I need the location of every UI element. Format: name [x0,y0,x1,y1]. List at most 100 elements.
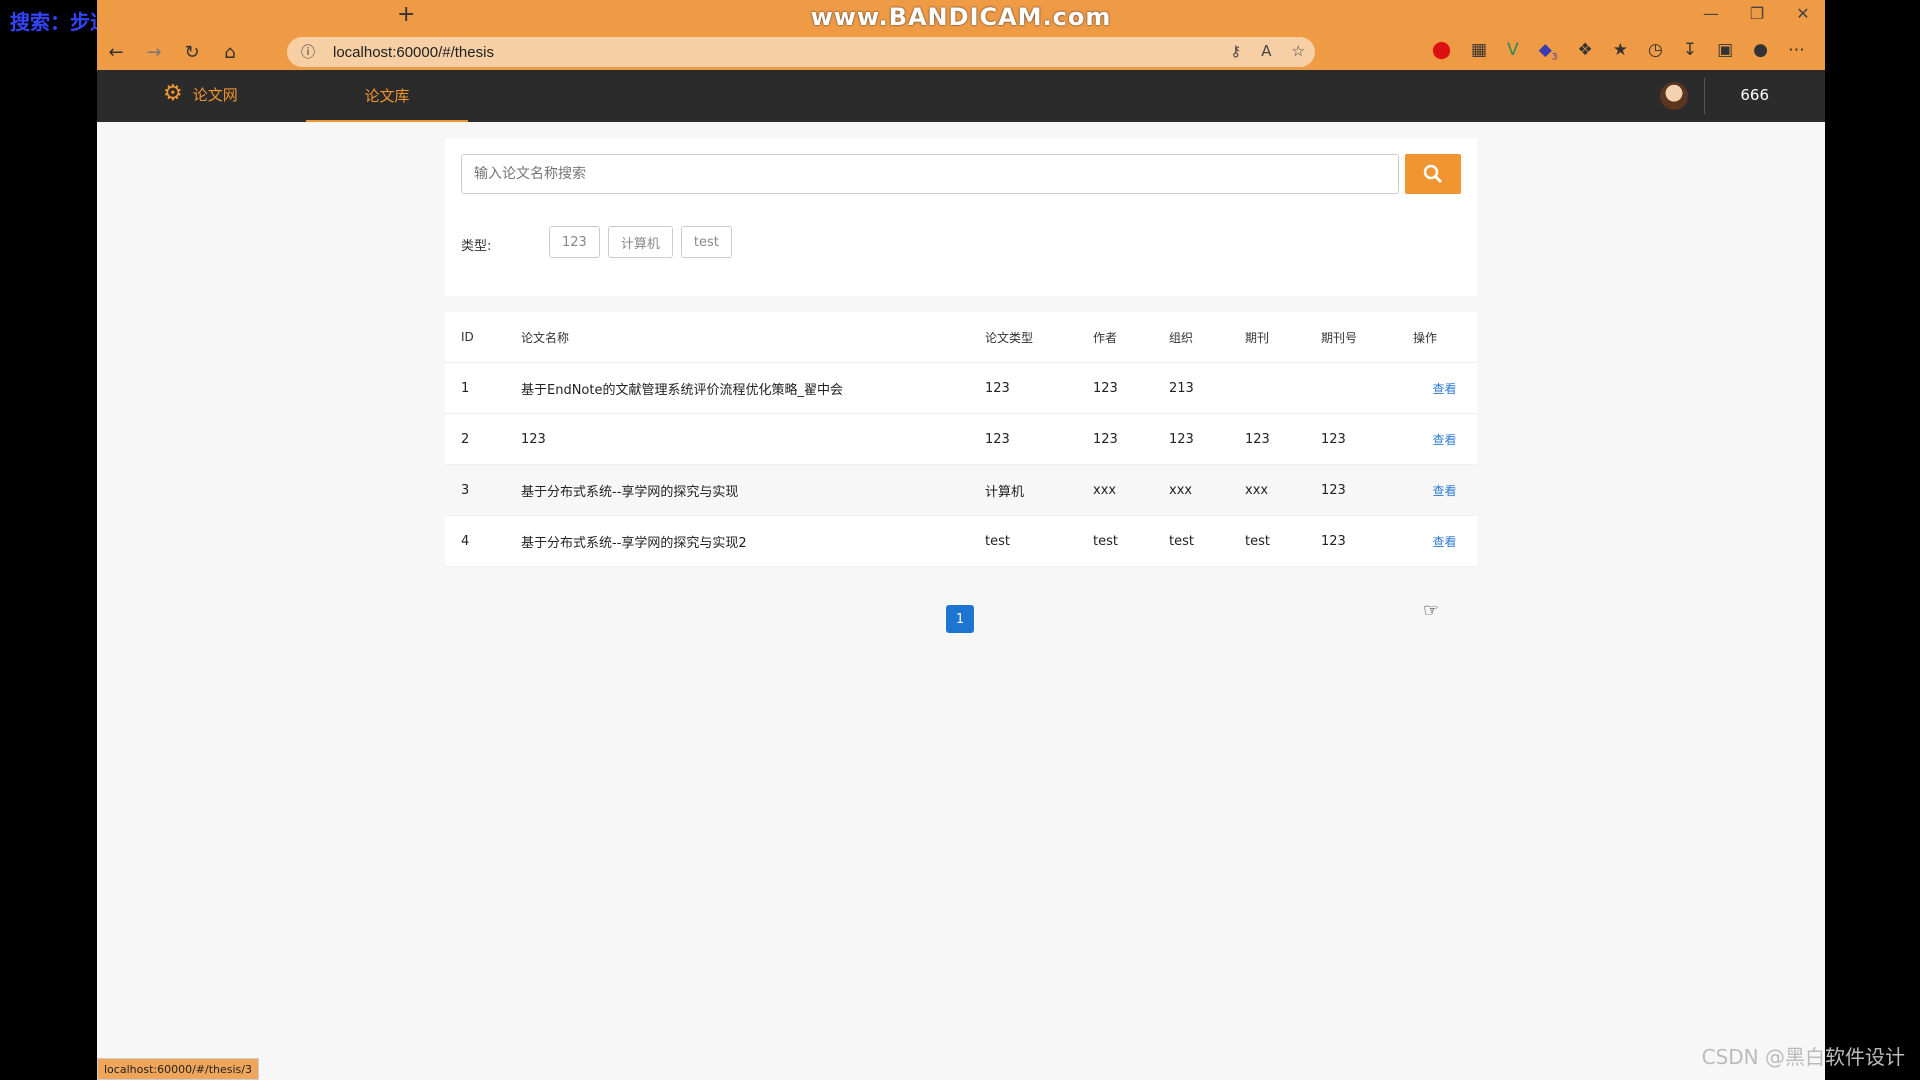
col-journal: 期刊 [1244,312,1320,363]
cell-org: test [1168,515,1244,567]
forward-icon[interactable]: → [135,34,173,70]
extension-badge-count: 3 [1551,52,1558,63]
cell-journal: test [1244,515,1320,567]
read-aloud-icon[interactable]: A [1261,42,1271,60]
avatar[interactable] [1660,82,1688,110]
url-actions: ⚷ A ☆ [1230,42,1305,60]
restore-icon[interactable]: ❐ [1747,4,1767,23]
site-logo[interactable]: ⚙ 论文网 [163,83,238,105]
pagination-page-button[interactable]: 1 [946,605,974,633]
col-action: 操作 [1412,312,1477,363]
username[interactable]: 666 [1740,86,1769,104]
view-link[interactable]: 查看 [1412,464,1477,516]
type-tag[interactable]: test [680,226,732,258]
minimize-icon[interactable]: — [1701,4,1721,23]
view-link[interactable]: 查看 [1412,362,1477,414]
history-icon[interactable]: ◷ [1648,40,1663,62]
close-icon[interactable]: ✕ [1793,4,1813,23]
cell-author: test [1092,515,1168,567]
cell-id: 3 [445,464,520,516]
type-tag[interactable]: 计算机 [607,226,673,258]
cell-name: 基于分布式系统--享学网的探究与实现2 [520,515,984,567]
cell-name: 基于分布式系统--享学网的探究与实现 [520,464,984,516]
url-text: localhost:60000/#/thesis [333,43,494,61]
title-bar: + www.BANDICAM.com — ❐ ✕ [97,0,1825,34]
vue-devtools-icon[interactable]: V [1507,40,1519,62]
type-tag[interactable]: 123 [549,226,600,258]
home-icon[interactable]: ⌂ [211,34,249,70]
cell-journal: xxx [1244,464,1320,516]
address-bar: ← → ↻ ⌂ ⓘ localhost:60000/#/thesis ⚷ A ☆… [97,34,1825,70]
thesis-table-card: ID 论文名称 论文类型 作者 组织 期刊 期刊号 操作 1 基于EndNote… [445,312,1477,567]
translate-icon[interactable]: ▦ [1471,40,1487,62]
profile-icon[interactable]: ● [1753,40,1768,62]
status-bar-url: localhost:60000/#/thesis/3 [97,1058,259,1080]
header-divider [1704,78,1705,114]
site-header: ⚙ 论文网 论文库 666 [97,70,1825,122]
back-icon[interactable]: ← [97,34,135,70]
cell-org: 213 [1168,362,1244,414]
site-name: 论文网 [192,85,238,104]
extensions-icon[interactable]: ❖ [1578,40,1593,62]
cell-type: 计算机 [984,464,1092,516]
cell-author: 123 [1092,362,1168,414]
search-icon [1423,164,1443,184]
col-name: 论文名称 [520,312,984,363]
cell-journal-no: 123 [1320,464,1412,516]
key-icon[interactable]: ⚷ [1230,42,1241,60]
main-content: 类型: 123 计算机 test ID 论文名称 论文类型 作者 组织 期刊 期 [97,122,1825,1080]
cell-org: xxx [1168,464,1244,516]
cell-id: 2 [445,413,520,465]
cell-type: 123 [984,362,1092,414]
cell-journal-no: 123 [1320,515,1412,567]
gear-icon: ⚙ [163,81,183,106]
cell-journal-no [1320,362,1412,414]
type-label: 类型: [461,239,492,254]
cell-journal: 123 [1244,413,1320,465]
col-journal-no: 期刊号 [1320,312,1412,363]
view-link[interactable]: 查看 [1412,413,1477,465]
col-org: 组织 [1168,312,1244,363]
thesis-table: ID 论文名称 论文类型 作者 组织 期刊 期刊号 操作 1 基于EndNote… [445,312,1477,567]
type-tags: 123 计算机 test [549,226,732,258]
search-card: 类型: 123 计算机 test [445,138,1477,296]
url-field[interactable]: ⓘ localhost:60000/#/thesis ⚷ A ☆ [287,37,1315,67]
search-button[interactable] [1405,154,1461,194]
cell-org: 123 [1168,413,1244,465]
new-tab-icon[interactable]: + [397,2,415,27]
extension-badge-icon[interactable]: ◆3 [1539,40,1558,62]
cell-author: 123 [1092,413,1168,465]
table-row: 2 123 123 123 123 123 123 查看 [445,413,1477,465]
table-row: 3 基于分布式系统--享学网的探究与实现 计算机 xxx xxx xxx 123… [445,464,1477,516]
cell-author: xxx [1092,464,1168,516]
table-row: 4 基于分布式系统--享学网的探究与实现2 test test test tes… [445,515,1477,567]
table-row: 1 基于EndNote的文献管理系统评价流程优化策略_翟中会 123 123 2… [445,362,1477,414]
browser-window: + www.BANDICAM.com — ❐ ✕ ← → ↻ ⌂ ⓘ local… [97,0,1825,1080]
favorite-add-icon[interactable]: ☆ [1292,42,1305,60]
info-icon[interactable]: ⓘ [301,42,319,62]
bandicam-watermark: www.BANDICAM.com [810,3,1112,31]
table-header-row: ID 论文名称 论文类型 作者 组织 期刊 期刊号 操作 [445,312,1477,363]
window-controls: — ❐ ✕ [1701,4,1813,23]
view-link[interactable]: 查看 [1412,515,1477,567]
cell-type: 123 [984,413,1092,465]
collections-icon[interactable]: ▣ [1717,40,1733,62]
cell-journal [1244,362,1320,414]
mouse-pointer-icon: ☞ [1423,600,1440,621]
favorites-icon[interactable]: ★ [1613,40,1628,62]
cell-id: 1 [445,362,520,414]
csdn-watermark: CSDN @黑白软件设计 [1701,1045,1905,1069]
adblock-icon[interactable]: ⬤ [1432,40,1451,62]
cell-id: 4 [445,515,520,567]
cell-journal-no: 123 [1320,413,1412,465]
search-input[interactable] [461,154,1399,194]
col-type: 论文类型 [984,312,1092,363]
extensions-toolbar: ⬤ ▦ V ◆3 ❖ ★ ◷ ↧ ▣ ● ⋯ [1432,40,1805,62]
nav-tab-thesis-library[interactable]: 论文库 [306,70,468,122]
col-id: ID [445,312,520,363]
more-icon[interactable]: ⋯ [1788,40,1805,62]
reload-icon[interactable]: ↻ [173,34,211,70]
cell-name: 基于EndNote的文献管理系统评价流程优化策略_翟中会 [520,362,984,414]
cell-name: 123 [520,413,984,465]
download-icon[interactable]: ↧ [1683,40,1697,62]
